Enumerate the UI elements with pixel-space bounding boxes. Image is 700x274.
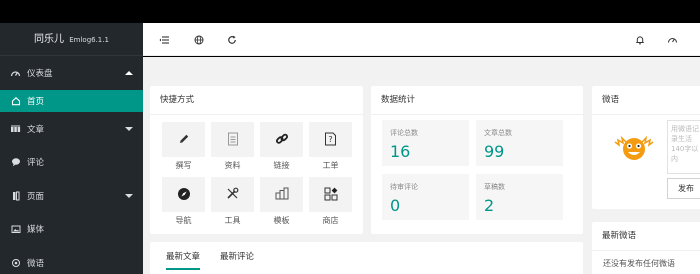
quick-ticket-button[interactable]: ? — [309, 122, 352, 157]
divider — [371, 114, 583, 115]
quick-link-button[interactable] — [260, 122, 303, 157]
chevron-up-icon — [125, 71, 133, 75]
microblog-card: 微语 用微语记录生活140字以内 发布 — [592, 86, 700, 209]
sidebar-item-comment[interactable]: 评论 — [0, 146, 143, 180]
divider — [150, 114, 363, 115]
theme-icon[interactable] — [667, 34, 678, 45]
latest-microblog-card: 最新微语 还没有发布任何微语 — [592, 222, 700, 274]
question-icon: ? — [324, 132, 337, 148]
top-strip — [0, 0, 700, 23]
article-icon — [10, 123, 21, 134]
pencil-icon — [178, 133, 190, 147]
menu-toggle-icon[interactable] — [159, 34, 170, 45]
stat-value: 99 — [484, 142, 505, 161]
stat-label: 文章总数 — [484, 129, 512, 137]
stat-value: 16 — [390, 142, 411, 161]
stat-value: 2 — [484, 196, 495, 215]
sidebar: 同乐儿 Emlog6.1.1 仪表盘 首页 文章 评论 页面 媒体 微语 — [0, 23, 143, 274]
page-icon — [10, 190, 21, 201]
chevron-down-icon — [125, 193, 133, 198]
svg-text:?: ? — [328, 135, 332, 144]
sidebar-item-twitter[interactable]: 微语 — [0, 246, 143, 274]
compass-icon — [177, 187, 191, 203]
home-icon — [10, 96, 21, 107]
quick-tools-button[interactable] — [211, 177, 254, 212]
quick-label: 工单 — [322, 161, 339, 170]
quick-label: 商店 — [322, 216, 339, 225]
refresh-icon[interactable] — [226, 34, 237, 45]
stats-card: 数据统计 评论总数 16 文章总数 99 待审评论 0 草稿数 2 — [371, 86, 583, 234]
comment-icon — [10, 157, 21, 168]
stat-pending-comments[interactable]: 待审评论 0 — [382, 174, 469, 220]
quick-nav-button[interactable] — [162, 177, 205, 212]
tab-latest-articles[interactable]: 最新文章 — [166, 250, 201, 270]
post-button[interactable]: 发布 — [667, 178, 700, 199]
stat-articles[interactable]: 文章总数 99 — [476, 120, 563, 166]
sidebar-item-label: 媒体 — [27, 225, 45, 236]
brand-name: 同乐儿 — [34, 34, 65, 45]
divider — [592, 114, 700, 115]
card-title: 数据统计 — [381, 95, 416, 105]
quick-profile-button[interactable] — [211, 122, 254, 157]
quick-label: 资料 — [224, 161, 241, 170]
twitter-icon — [10, 257, 21, 268]
stat-comments[interactable]: 评论总数 16 — [382, 120, 469, 166]
media-icon — [10, 224, 21, 235]
tools-icon — [226, 187, 239, 202]
sidebar-item-dashboard[interactable]: 仪表盘 — [0, 56, 143, 90]
stat-drafts[interactable]: 草稿数 2 — [476, 174, 563, 220]
stat-label: 待审评论 — [390, 183, 418, 191]
sidebar-item-label: 微语 — [27, 258, 45, 269]
latest-tabs-card: 最新文章 最新评论 — [150, 242, 583, 274]
avatar — [611, 130, 657, 168]
stat-label: 评论总数 — [390, 129, 418, 137]
main-content: 快捷方式 撰写 资料 链接 ? 工单 导航 工具 模板 商店 数据统计 评论总数… — [143, 57, 700, 274]
quick-label: 撰写 — [175, 161, 192, 170]
sidebar-item-article[interactable]: 文章 — [0, 112, 143, 146]
quick-label: 导航 — [175, 216, 192, 225]
chevron-down-icon — [125, 126, 133, 131]
document-icon — [227, 132, 239, 148]
quick-actions-card: 快捷方式 撰写 资料 链接 ? 工单 导航 工具 模板 商店 — [150, 86, 363, 234]
store-icon — [324, 187, 338, 203]
card-title: 微语 — [602, 95, 620, 105]
link-icon — [275, 132, 289, 148]
quick-label: 链接 — [273, 161, 290, 170]
quick-write-button[interactable] — [162, 122, 205, 157]
card-title: 最新微语 — [602, 231, 637, 241]
sidebar-item-label: 首页 — [27, 97, 45, 107]
brand[interactable]: 同乐儿 Emlog6.1.1 — [0, 23, 143, 56]
card-title: 快捷方式 — [160, 95, 195, 105]
quick-label: 工具 — [224, 216, 241, 225]
template-icon — [275, 187, 289, 202]
top-header — [143, 23, 700, 56]
empty-message: 还没有发布任何微语 — [603, 259, 675, 268]
dashboard-icon — [10, 68, 21, 79]
sidebar-item-media[interactable]: 媒体 — [0, 213, 143, 247]
tab-latest-comments[interactable]: 最新评论 — [220, 250, 254, 270]
divider — [592, 250, 700, 251]
bell-icon[interactable] — [634, 34, 645, 45]
brand-version: Emlog6.1.1 — [69, 36, 109, 44]
sidebar-item-label: 仪表盘 — [27, 69, 53, 79]
sidebar-item-label: 页面 — [27, 191, 45, 202]
sidebar-item-label: 文章 — [27, 124, 45, 135]
quick-label: 模板 — [273, 216, 290, 225]
sidebar-item-page[interactable]: 页面 — [0, 179, 143, 213]
quick-template-button[interactable] — [260, 177, 303, 212]
microblog-input[interactable]: 用微语记录生活140字以内 — [667, 120, 700, 174]
quick-store-button[interactable] — [309, 177, 352, 212]
stat-label: 草稿数 — [484, 183, 505, 191]
globe-icon[interactable] — [193, 34, 204, 45]
tab-bar: 最新文章 最新评论 — [166, 250, 254, 270]
sidebar-item-label: 评论 — [27, 158, 45, 169]
sidebar-item-home[interactable]: 首页 — [0, 90, 143, 112]
stat-value: 0 — [390, 196, 401, 215]
